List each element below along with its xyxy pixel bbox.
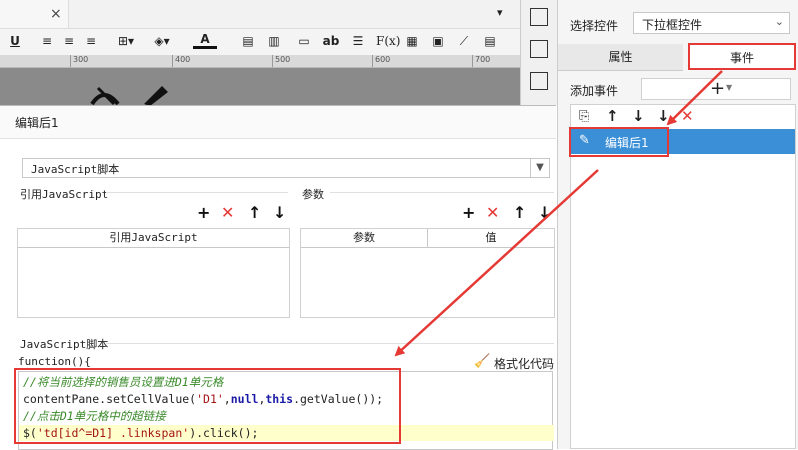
align-left-icon[interactable]: ≡ bbox=[40, 32, 54, 50]
ref-js-column-label: 引用JavaScript bbox=[109, 231, 198, 244]
format-toolbar: U ≡ ≡ ≡ ⊞▾ ◈▾ A ▤ ▥ ▭ ab ☰ F(x) ▦ ▣ ⟋ ▤ bbox=[0, 28, 520, 56]
script-type-value: JavaScript脚本 bbox=[31, 163, 120, 176]
params-section-label: 参数 bbox=[302, 188, 324, 201]
code-token: ).click(); bbox=[189, 426, 259, 440]
param-column-label: 参数 bbox=[301, 229, 428, 247]
widget-settings-icon[interactable] bbox=[530, 40, 548, 58]
delete-icon[interactable]: ✕ bbox=[221, 205, 234, 221]
add-event-label: 添加事件 bbox=[570, 84, 619, 98]
events-list: ⎘ ↑ ↓ ↓ ✕ ✎ 编辑后1 bbox=[569, 104, 796, 449]
widget-properties-panel: 选择控件 下拉框控件 ⌄ 属性 事件 添加事件 + ▼ ⎘ ↑ ↓ ↓ ✕ ✎ … bbox=[557, 0, 798, 449]
layout-icon[interactable] bbox=[530, 8, 548, 26]
control-type-select[interactable]: 下拉框控件 ⌄ bbox=[633, 12, 790, 34]
ruler-mark: 700 bbox=[472, 55, 490, 67]
sort-icon[interactable]: ↓ bbox=[657, 109, 670, 124]
ruler: 300 400 500 600 700 bbox=[0, 55, 520, 68]
code-token: , bbox=[223, 392, 231, 406]
image-icon[interactable]: ▣ bbox=[430, 32, 446, 50]
value-column-label: 值 bbox=[485, 231, 497, 244]
divider bbox=[330, 192, 554, 193]
code-token: .getValue()); bbox=[293, 392, 384, 406]
function-header: function(){ bbox=[18, 355, 91, 368]
align-right-icon[interactable]: ≡ bbox=[84, 32, 98, 50]
plus-icon[interactable]: + bbox=[197, 205, 210, 221]
code-token: this bbox=[265, 392, 294, 406]
divider bbox=[106, 343, 554, 344]
delete-icon[interactable]: ✕ bbox=[681, 109, 694, 124]
ref-js-column-header: 引用JavaScript bbox=[18, 229, 289, 248]
code-token: 'td[id^=D1] .linkspan' bbox=[36, 426, 190, 440]
close-icon[interactable]: × bbox=[50, 6, 62, 22]
ruler-mark: 600 bbox=[372, 55, 390, 67]
code-token: null bbox=[230, 392, 259, 406]
ruler-mark: 400 bbox=[172, 55, 190, 67]
format-code-button[interactable]: 格式化代码 bbox=[494, 355, 554, 372]
chevron-down-icon[interactable]: ▼ bbox=[726, 83, 732, 92]
tab-properties[interactable]: 属性 bbox=[558, 44, 683, 71]
params-table[interactable]: 参数 值 bbox=[300, 228, 555, 318]
tab-strip: × ▾ bbox=[0, 0, 520, 28]
report-editor: × ▾ U ≡ ≡ ≡ ⊞▾ ◈▾ A ▤ ▥ ▭ ab ☰ F(x) ▦ ▣ … bbox=[0, 0, 520, 106]
dialog-titlebar: 编辑后1 bbox=[0, 106, 556, 139]
dialog-title: 编辑后1 bbox=[15, 116, 59, 130]
code-line: //将当前选择的销售员设置进D1单元格 bbox=[23, 375, 224, 389]
arrow-down-icon[interactable]: ↓ bbox=[538, 205, 551, 221]
split-cells-icon[interactable]: ▥ bbox=[266, 32, 282, 50]
edit-event-dialog: 编辑后1 JavaScript脚本 ▼ 引用JavaScript 参数 + ✕ … bbox=[0, 105, 556, 450]
text-button[interactable]: ab bbox=[322, 32, 340, 50]
design-canvas bbox=[0, 68, 520, 106]
code-line-current: $('td[id^=D1] .linkspan').click(); bbox=[19, 425, 554, 441]
delete-icon[interactable]: ✕ bbox=[486, 205, 499, 221]
slash-icon[interactable]: ⟋ bbox=[456, 32, 472, 50]
editor-tab[interactable]: × bbox=[0, 0, 69, 28]
overflow-menu-icon[interactable]: ▾ bbox=[497, 6, 503, 19]
arrow-down-icon[interactable]: ↓ bbox=[273, 205, 286, 221]
add-event-dropdown[interactable]: + ▼ bbox=[641, 78, 791, 100]
code-line: //点击D1单元格中的超链接 bbox=[23, 409, 166, 423]
fill-color-icon[interactable]: ◈▾ bbox=[150, 32, 174, 50]
control-type-value: 下拉框控件 bbox=[642, 18, 703, 32]
frame-icon[interactable] bbox=[530, 72, 548, 90]
side-toolbar bbox=[520, 0, 557, 105]
code-token: $( bbox=[23, 426, 37, 440]
code-token: 'D1' bbox=[196, 392, 224, 406]
underline-button[interactable]: U bbox=[8, 32, 22, 50]
script-section-label: JavaScript脚本 bbox=[20, 338, 109, 351]
plus-icon[interactable]: + bbox=[462, 205, 475, 221]
arrow-up-icon[interactable]: ↑ bbox=[248, 205, 261, 221]
event-highlight-box bbox=[569, 127, 669, 157]
params-table-header: 参数 值 bbox=[301, 229, 554, 248]
copy-icon[interactable]: ⎘ bbox=[579, 109, 589, 124]
chevron-down-icon[interactable]: ⌄ bbox=[775, 15, 784, 28]
merge-cells-icon[interactable]: ▤ bbox=[240, 32, 256, 50]
script-type-select[interactable]: JavaScript脚本 ▼ bbox=[22, 158, 550, 178]
ruler-mark: 500 bbox=[272, 55, 290, 67]
form-icon[interactable]: ▤ bbox=[482, 32, 498, 50]
arrow-down-icon[interactable]: ↓ bbox=[632, 109, 645, 124]
border-icon[interactable]: ⊞▾ bbox=[114, 32, 138, 50]
list-icon[interactable]: ☰ bbox=[350, 32, 366, 50]
chart-icon[interactable]: ▦ bbox=[404, 32, 420, 50]
formula-button[interactable]: F(x) bbox=[376, 32, 400, 50]
code-token: contentPane.setCellValue( bbox=[23, 392, 197, 406]
divider bbox=[106, 192, 288, 193]
arrow-up-icon[interactable]: ↑ bbox=[606, 109, 619, 124]
align-center-icon[interactable]: ≡ bbox=[62, 32, 76, 50]
broom-icon[interactable]: 🧹 bbox=[474, 354, 490, 369]
tab-events[interactable]: 事件 bbox=[688, 43, 796, 70]
font-color-button[interactable]: A bbox=[193, 32, 217, 49]
insert-row-icon[interactable]: ▭ bbox=[296, 32, 312, 50]
arrow-up-icon[interactable]: ↑ bbox=[513, 205, 526, 221]
ref-js-section-label: 引用JavaScript bbox=[20, 188, 109, 201]
code-line: contentPane.setCellValue('D1',null,this.… bbox=[23, 391, 383, 407]
select-control-label: 选择控件 bbox=[570, 19, 619, 33]
code-editor[interactable]: //将当前选择的销售员设置进D1单元格 contentPane.setCellV… bbox=[18, 371, 554, 450]
chevron-down-icon[interactable]: ▼ bbox=[530, 159, 549, 177]
ruler-mark: 300 bbox=[70, 55, 88, 67]
plus-icon[interactable]: + bbox=[710, 79, 725, 99]
widget-icons bbox=[90, 86, 168, 106]
ref-js-table[interactable]: 引用JavaScript bbox=[17, 228, 290, 318]
